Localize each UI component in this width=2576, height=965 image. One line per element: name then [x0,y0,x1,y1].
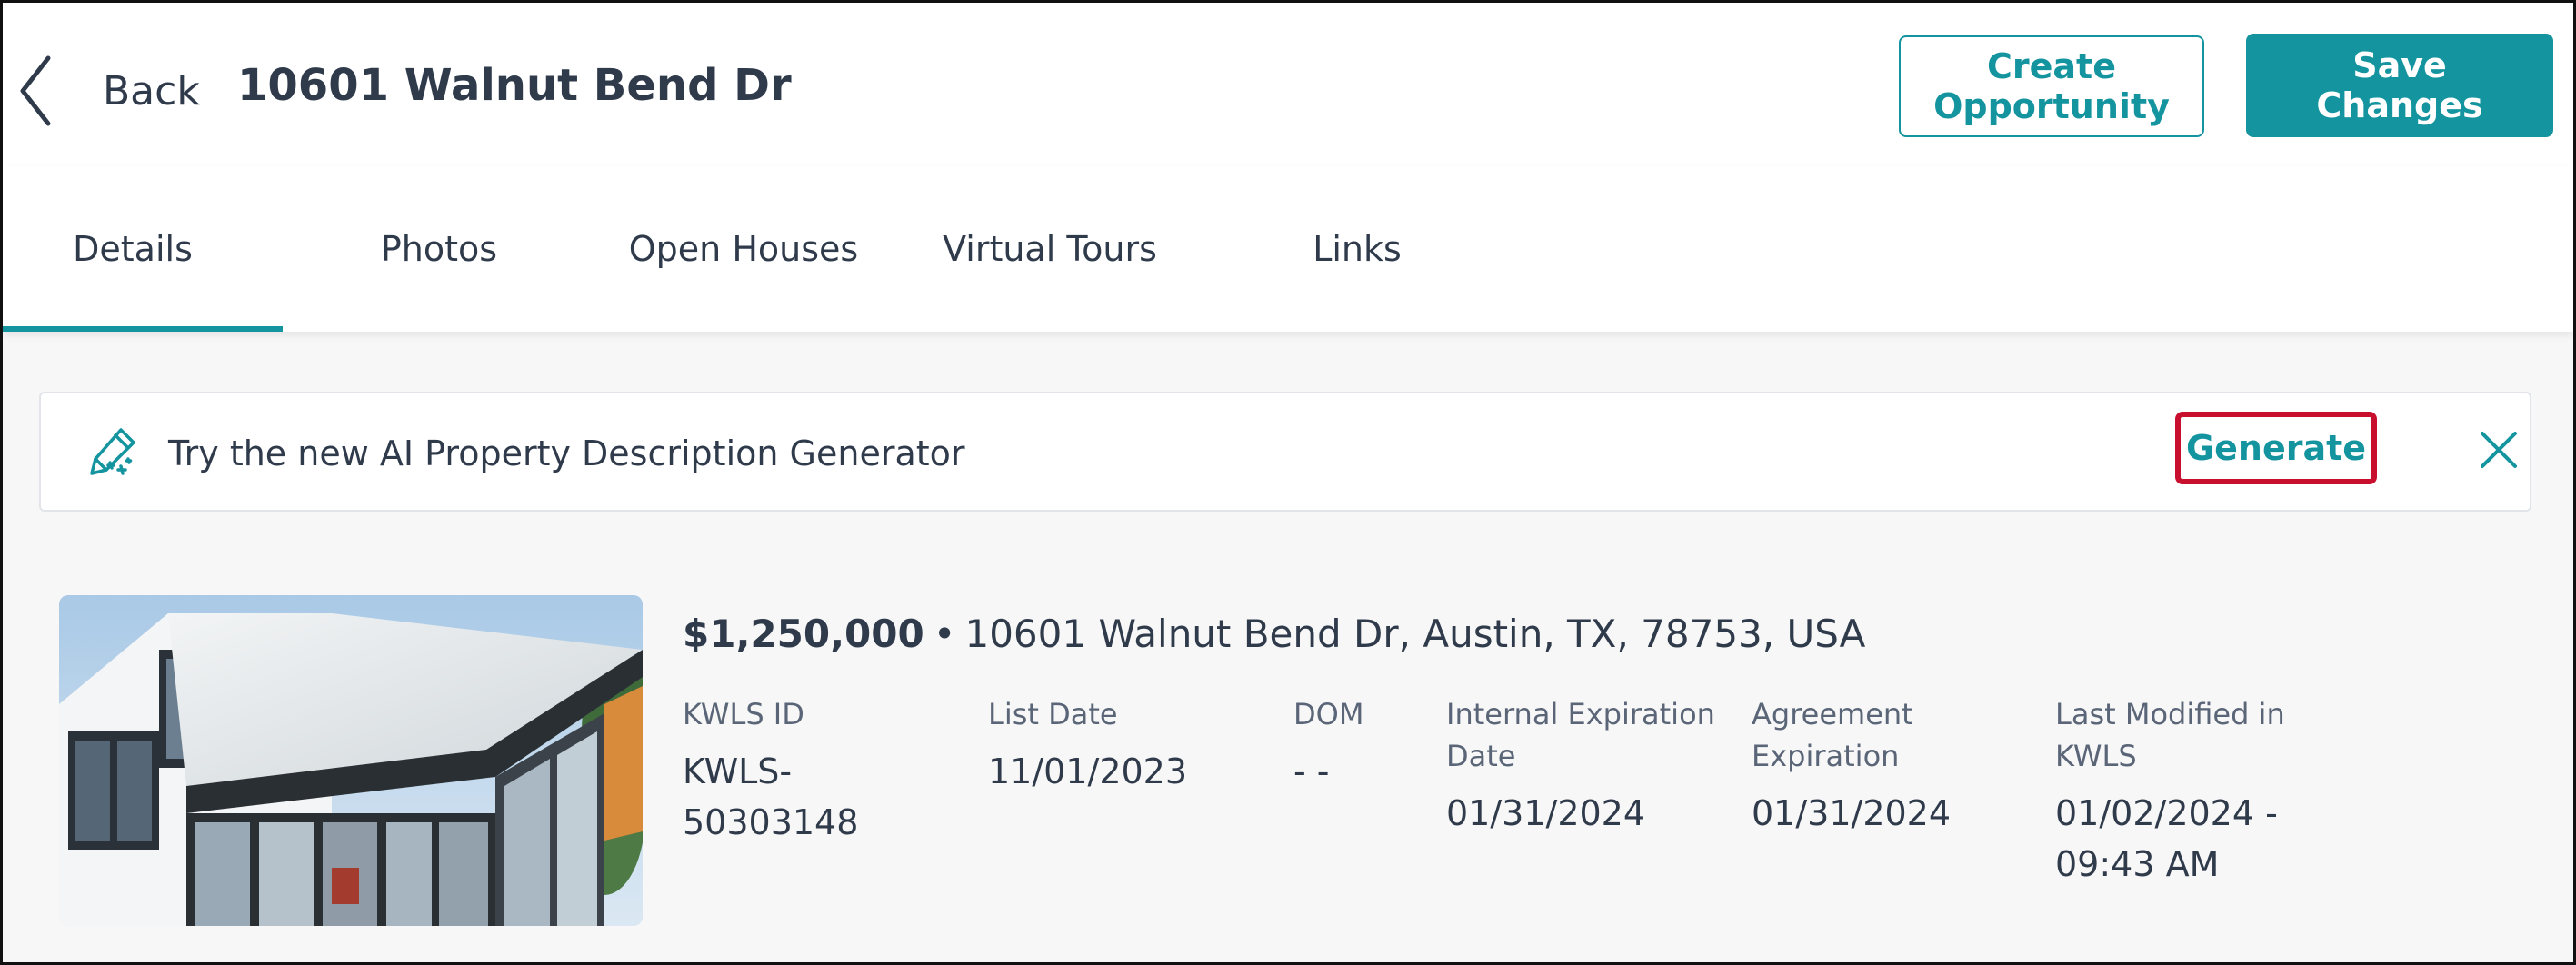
listing-address: 10601 Walnut Bend Dr, Austin, TX, 78753,… [964,612,1866,656]
back-button[interactable]: Back [17,50,200,132]
chevron-left-icon [20,55,51,126]
listing-photo[interactable] [59,595,643,926]
separator-dot: • [933,612,956,656]
close-icon[interactable] [2477,428,2521,472]
field-label: Internal Expiration Date [1446,697,1715,773]
app-frame: Back 10601 Walnut Bend Dr Create Opportu… [0,0,2576,965]
listing-summary: $1,250,000 • 10601 Walnut Bend Dr, Austin,… [683,602,1865,666]
field-value: 11/01/2023 [988,751,1188,791]
field-value: 01/02/2024 - 09:43 AM [2055,793,2278,884]
listing-price: $1,250,000 [683,612,924,656]
field-value: 01/31/2024 [1752,793,1952,833]
field-label: List Date [988,697,1118,731]
page-title: 10601 Walnut Bend Dr [237,60,792,111]
save-changes-button[interactable]: Save Changes [2246,34,2553,137]
magic-pen-icon [90,428,135,475]
generate-button[interactable]: Generate [2175,412,2377,484]
field-value: - - [1293,751,1330,791]
field-label: DOM [1293,697,1364,731]
create-opportunity-button[interactable]: Create Opportunity [1899,35,2204,137]
field-agreement-expiration: Agreement Expiration 01/31/2024 [1752,693,2033,839]
tab-bar: Details Photos Open Houses Virtual Tours… [3,166,2573,332]
field-value: KWLS- 50303148 [683,751,859,842]
house-photo-image [59,595,643,926]
page-header: Back 10601 Walnut Bend Dr Create Opportu… [3,3,2573,166]
active-tab-indicator [3,326,283,332]
field-dom: DOM - - [1293,693,1430,797]
tab-details[interactable]: Details [3,166,263,332]
tab-links[interactable]: Links [1284,166,1430,332]
field-kwls-id: KWLS ID KWLS- 50303148 [683,693,964,848]
ai-description-banner: Try the new AI Property Description Gene… [39,392,2531,512]
field-label: Last Modified in KWLS [2055,697,2285,773]
banner-text: Try the new AI Property Description Gene… [168,433,965,473]
field-label: KWLS ID [683,697,804,731]
field-value: 01/31/2024 [1446,793,1646,833]
tab-photos[interactable]: Photos [348,166,530,332]
field-label: Agreement Expiration [1752,697,1913,773]
tab-open-houses[interactable]: Open Houses [621,166,866,332]
field-internal-expiration-date: Internal Expiration Date 01/31/2024 [1446,693,1728,839]
field-list-date: List Date 11/01/2023 [988,693,1270,797]
field-last-modified: Last Modified in KWLS 01/02/2024 - 09:43… [2055,693,2355,890]
tab-virtual-tours[interactable]: Virtual Tours [930,166,1170,332]
back-label: Back [103,67,200,114]
